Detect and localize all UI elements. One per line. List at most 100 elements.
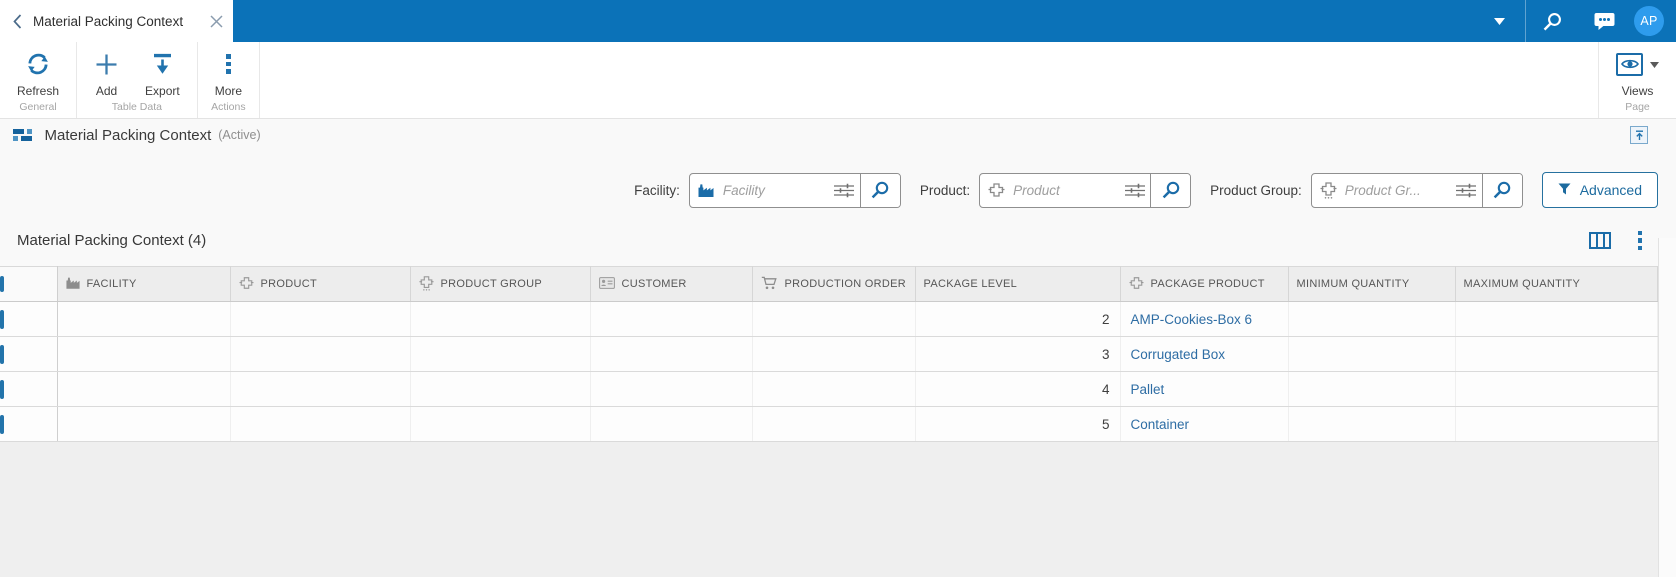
cell-product [230, 336, 411, 372]
cell-customer [590, 371, 753, 407]
kebab-menu-icon[interactable] [1637, 230, 1642, 251]
row-checkbox[interactable] [0, 379, 4, 399]
ribbon-group-label: Page [1625, 101, 1650, 113]
package-product-link[interactable]: Container [1131, 417, 1190, 432]
cell-product [230, 371, 411, 407]
row-checkbox[interactable] [0, 344, 4, 364]
ribbon-group-label: Table Data [111, 101, 162, 113]
product-input[interactable] [1013, 182, 1120, 198]
select-all-checkbox[interactable] [0, 276, 4, 292]
button-label: Refresh [17, 84, 60, 98]
cell-production-order [752, 336, 916, 372]
more-kebab-icon [226, 51, 231, 77]
sliders-icon[interactable] [1451, 183, 1482, 198]
layout-blocks-icon [13, 128, 32, 142]
table-row[interactable]: 4 Pallet [0, 371, 1658, 407]
chevron-left-icon[interactable] [13, 13, 22, 29]
scrollbar-track[interactable] [1658, 238, 1676, 577]
column-header-label[interactable]: PRODUCT GROUP [441, 278, 542, 290]
button-label: More [214, 84, 243, 98]
views-dropdown-chevron-icon[interactable] [1650, 55, 1659, 73]
package-product-link[interactable]: Pallet [1131, 382, 1165, 397]
cell-package-level: 4 [915, 371, 1121, 407]
views-button[interactable]: Views [1603, 42, 1672, 100]
add-button[interactable]: Add [81, 42, 132, 100]
filter-facility: Facility: [634, 172, 901, 208]
sliders-icon[interactable] [1119, 183, 1150, 198]
column-header-label[interactable]: PACKAGE LEVEL [924, 278, 1018, 290]
refresh-icon [25, 51, 51, 77]
column-header-label[interactable]: MAXIMUM QUANTITY [1464, 278, 1581, 290]
filter-row: Facility: Product: [0, 151, 1676, 208]
product-icon [239, 276, 254, 293]
cell-production-order [752, 406, 916, 442]
product-group-input[interactable] [1344, 182, 1451, 198]
filter-label: Product: [919, 182, 971, 198]
tab-material-packing-context[interactable]: Material Packing Context [0, 0, 233, 42]
facility-icon [65, 277, 80, 292]
table-row[interactable]: 5 Container [0, 406, 1658, 442]
cell-production-order [752, 301, 916, 337]
avatar[interactable]: AP [1634, 6, 1664, 36]
cell-maximum-quantity [1455, 301, 1658, 337]
chat-icon[interactable] [1578, 0, 1630, 42]
cell-product-group [410, 336, 591, 372]
table-row[interactable]: 2 AMP-Cookies-Box 6 [0, 301, 1658, 337]
sliders-icon[interactable] [829, 183, 860, 198]
cell-maximum-quantity [1455, 371, 1658, 407]
more-button[interactable]: More [202, 42, 255, 100]
cell-package-level: 5 [915, 406, 1121, 442]
cell-maximum-quantity [1455, 336, 1658, 372]
cell-product [230, 406, 411, 442]
column-header-label[interactable]: PRODUCT [261, 278, 318, 290]
collapse-panel-icon[interactable] [1630, 126, 1648, 144]
filter-funnel-icon [1558, 182, 1571, 198]
cell-product-group [410, 406, 591, 442]
table-header-row: FACILITY PRODUCT PRODUCT GROUP CUSTOMER … [0, 266, 1658, 302]
facility-input[interactable] [722, 182, 829, 198]
column-header-label[interactable]: CUSTOMER [622, 278, 687, 290]
cell-maximum-quantity [1455, 406, 1658, 442]
advanced-button[interactable]: Advanced [1541, 172, 1658, 208]
cell-minimum-quantity [1288, 371, 1456, 407]
table-title-row: Material Packing Context (4) [0, 208, 1676, 251]
ribbon-group-general: Refresh General [0, 42, 78, 118]
close-icon[interactable] [210, 14, 223, 28]
export-icon [151, 51, 174, 77]
filter-label: Facility: [634, 182, 680, 198]
refresh-button[interactable]: Refresh [4, 42, 72, 100]
row-checkbox[interactable] [0, 309, 4, 329]
chevron-down-icon[interactable] [1473, 0, 1525, 42]
cell-customer [590, 301, 753, 337]
button-label: Add [95, 84, 118, 98]
ribbon-group-table-data: Add Export Table Data [77, 42, 198, 118]
ribbon-group-actions: More Actions [198, 42, 261, 118]
cell-customer [590, 336, 753, 372]
package-product-link[interactable]: Corrugated Box [1131, 347, 1226, 362]
add-icon [94, 51, 119, 77]
export-button[interactable]: Export [132, 42, 193, 100]
column-header-label[interactable]: PACKAGE PRODUCT [1151, 278, 1265, 290]
column-header-label[interactable]: PRODUCTION ORDER [785, 278, 907, 290]
search-icon[interactable] [1526, 0, 1578, 42]
columns-icon[interactable] [1588, 232, 1611, 249]
section-title: Material Packing Context [44, 126, 212, 144]
product-icon [1129, 276, 1144, 293]
button-label: Export [145, 84, 180, 98]
cart-icon [761, 276, 778, 293]
row-checkbox[interactable] [0, 414, 4, 434]
search-icon[interactable] [859, 173, 900, 207]
table-title: Material Packing Context (4) [17, 232, 207, 249]
table-row[interactable]: 3 Corrugated Box [0, 336, 1658, 372]
cell-facility [57, 301, 231, 337]
package-product-link[interactable]: AMP-Cookies-Box 6 [1131, 312, 1253, 327]
material-packing-context-table: FACILITY PRODUCT PRODUCT GROUP CUSTOMER … [0, 266, 1658, 442]
search-icon[interactable] [1150, 173, 1191, 207]
ribbon-group-label: General [19, 101, 57, 113]
product-group-icon [418, 275, 434, 294]
cell-customer [590, 406, 753, 442]
column-header-label[interactable]: FACILITY [87, 278, 137, 290]
column-header-label[interactable]: MINIMUM QUANTITY [1297, 278, 1410, 290]
search-icon[interactable] [1481, 173, 1522, 207]
topbar-actions: AP [1473, 0, 1676, 42]
